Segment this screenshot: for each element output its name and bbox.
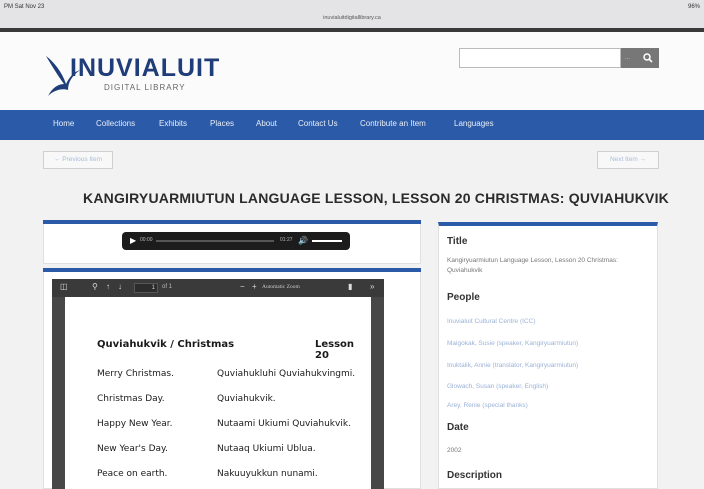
previous-item-button[interactable]: ← Previous Item	[43, 151, 113, 169]
site-header: INUVIALUIT DIGITAL LIBRARY ...	[0, 32, 704, 110]
pdf-search-icon[interactable]: ⚲	[92, 282, 98, 291]
person-link[interactable]: Glowach, Susan (speaker, English)	[447, 383, 548, 390]
phrase-english: Christmas Day.	[97, 394, 165, 404]
search-button[interactable]: ...	[621, 48, 659, 68]
phrase-english: Happy New Year.	[97, 419, 173, 429]
page-count: of 1	[162, 284, 173, 290]
audio-player: ▶ 00:00 01:27 🔊	[122, 232, 350, 250]
logo-name: INUVIALUIT	[70, 54, 221, 82]
nav-exhibits[interactable]: Exhibits	[159, 119, 187, 128]
search-options-dots[interactable]: ...	[625, 48, 630, 68]
nav-home[interactable]: Home	[53, 119, 74, 128]
search-icon	[643, 53, 653, 63]
volume-icon[interactable]: 🔊	[298, 236, 308, 245]
tools-menu-icon[interactable]: »	[370, 282, 374, 291]
sidebar-toggle-icon[interactable]: ◫	[60, 282, 68, 291]
volume-slider[interactable]	[312, 240, 342, 242]
battery-indicator: 96%	[687, 4, 700, 10]
search-box: ...	[459, 48, 659, 68]
date-heading: Date	[447, 422, 469, 433]
person-link[interactable]: Maigokak, Susie (speaker, Kangiryuarmiut…	[447, 340, 578, 347]
audio-card: ▶ 00:00 01:27 🔊	[43, 224, 421, 264]
phrase-inuvialuktun: Nutaaq Ukiumi Ublua.	[217, 444, 316, 454]
person-link[interactable]: Inuktalik, Annie (translator, Kangiryuar…	[447, 362, 578, 369]
pdf-page: Quviahukvik / Christmas Lesson 20 Merry …	[65, 297, 371, 489]
nav-places[interactable]: Places	[210, 119, 234, 128]
play-icon[interactable]: ▶	[130, 236, 136, 245]
title-value: Kangiryuarmiutun Language Lesson, Lesson…	[447, 257, 618, 274]
page-number-input[interactable]: 1	[134, 283, 158, 293]
phrase-english: Peace on earth.	[97, 469, 168, 479]
zoom-out-icon[interactable]: −	[240, 282, 245, 291]
zoom-in-icon[interactable]: +	[252, 282, 257, 291]
pdf-viewer: ◫ ⚲ ↑ ↓ 1 of 1 − + Automatic Zoom ▮ » Qu…	[52, 279, 384, 489]
date-value: 2002	[447, 447, 462, 454]
phrase-inuvialuktun: Nakuuyukkun nunami.	[217, 469, 318, 479]
logo-subtitle: DIGITAL LIBRARY	[104, 83, 186, 92]
phrase-inuvialuktun: Quviahukvik.	[217, 394, 276, 404]
site-logo[interactable]: INUVIALUIT DIGITAL LIBRARY	[40, 50, 230, 102]
person-link[interactable]: Arey, Renie (special thanks)	[447, 402, 528, 409]
previous-page-icon[interactable]: ↑	[106, 282, 110, 291]
page-title: KANGIRYUARMIUTUN LANGUAGE LESSON, LESSON…	[83, 190, 669, 206]
title-heading: Title	[447, 236, 468, 247]
next-item-button[interactable]: Next Item →	[597, 151, 659, 169]
address-url[interactable]: inuvialuitdigitallibrary.ca	[0, 15, 704, 21]
person-link[interactable]: Inuvialuit Cultural Centre (ICC)	[447, 318, 536, 325]
nav-contribute[interactable]: Contribute an Item	[360, 119, 426, 128]
phrase-inuvialuktun: Quviahukluhi Quviahukvingmi.	[217, 369, 356, 379]
phrase-english: Merry Christmas.	[97, 369, 174, 379]
lesson-heading-right: Lesson 20	[315, 339, 355, 361]
nav-languages[interactable]: Languages	[454, 119, 494, 128]
main-nav: Home Collections Exhibits Places About C…	[0, 110, 704, 140]
nav-contact-us[interactable]: Contact Us	[298, 119, 338, 128]
pdf-card: ◫ ⚲ ↑ ↓ 1 of 1 − + Automatic Zoom ▮ » Qu…	[43, 272, 421, 489]
description-heading: Description	[447, 470, 503, 481]
zoom-select[interactable]: Automatic Zoom	[262, 284, 300, 290]
audio-current-time: 00:00	[140, 237, 153, 243]
status-time: PM Sat Nov 23	[4, 4, 45, 10]
audio-seek-bar[interactable]	[156, 240, 274, 242]
nav-about[interactable]: About	[256, 119, 277, 128]
bookmark-icon[interactable]: ▮	[348, 282, 352, 291]
device-status-bar: PM Sat Nov 23 inuvialuitdigitallibrary.c…	[0, 0, 704, 28]
phrase-english: New Year's Day.	[97, 444, 168, 454]
search-input[interactable]	[459, 48, 621, 68]
nav-collections[interactable]: Collections	[96, 119, 135, 128]
lesson-heading-left: Quviahukvik / Christmas	[97, 339, 235, 350]
next-page-icon[interactable]: ↓	[118, 282, 122, 291]
phrase-inuvialuktun: Nutaami Ukiumi Quviahukvik.	[217, 419, 351, 429]
pdf-toolbar: ◫ ⚲ ↑ ↓ 1 of 1 − + Automatic Zoom ▮ »	[52, 279, 384, 297]
metadata-panel: Title Kangiryuarmiutun Language Lesson, …	[438, 222, 658, 489]
people-heading: People	[447, 292, 480, 303]
audio-duration: 01:27	[280, 237, 293, 243]
